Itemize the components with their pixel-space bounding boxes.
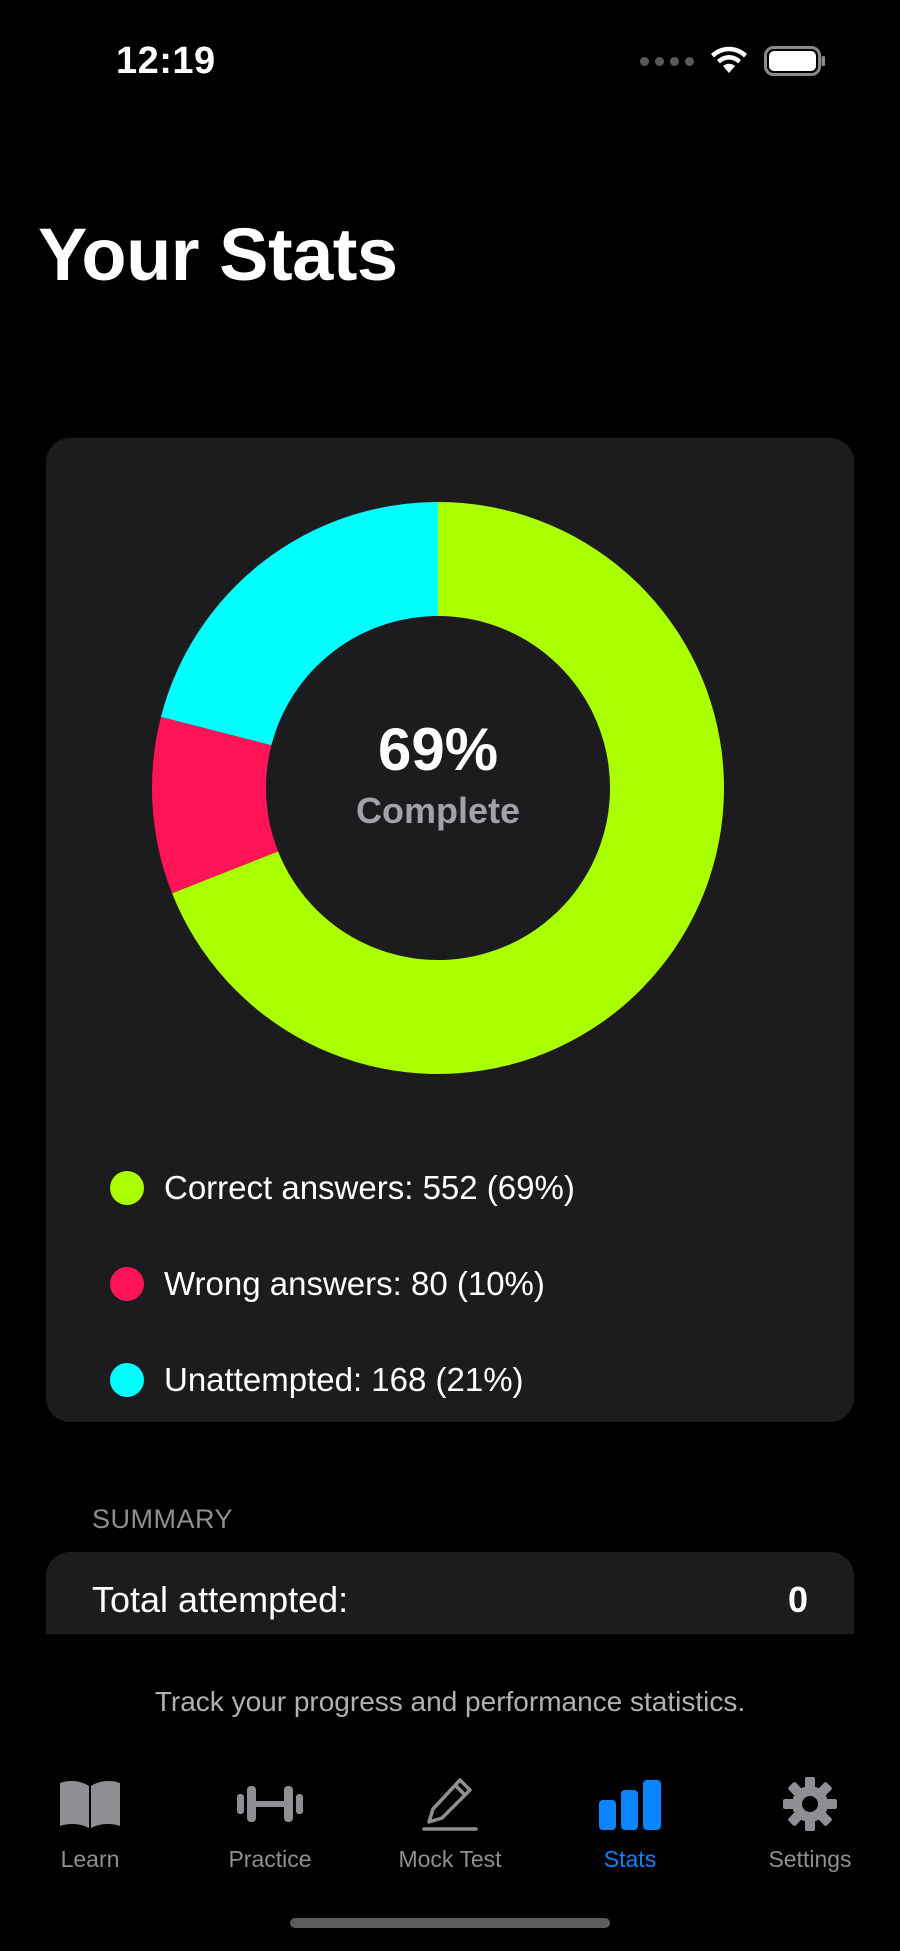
tab-label-practice: Practice — [228, 1846, 312, 1872]
tab-stats[interactable]: Stats — [540, 1760, 720, 1890]
tab-label-mock-test: Mock Test — [398, 1846, 502, 1872]
summary-row-total-attempted: Total attempted: 0 — [46, 1552, 854, 1634]
legend-dot-wrong — [110, 1267, 144, 1301]
completion-label: Complete — [355, 790, 521, 831]
gear-icon — [774, 1774, 846, 1834]
completion-percent: 69% — [377, 716, 499, 783]
legend-item-unattempted: Unattempted: 168 (21%) — [110, 1332, 575, 1428]
bar-chart-icon — [594, 1774, 666, 1834]
tab-label-learn: Learn — [60, 1846, 120, 1872]
tab-settings[interactable]: Settings — [720, 1760, 900, 1890]
pencil-icon — [414, 1774, 486, 1834]
legend-label-correct: Correct answers: 552 (69%) — [164, 1169, 575, 1206]
status-icons — [640, 46, 826, 76]
donut-chart: 69% Complete — [148, 498, 728, 1078]
book-icon — [54, 1774, 126, 1834]
tab-mock-test[interactable]: Mock Test — [360, 1760, 540, 1890]
summary-header: SUMMARY — [92, 1504, 234, 1534]
battery-icon — [764, 46, 825, 76]
summary-label: Total attempted: — [92, 1579, 349, 1620]
summary-value: 0 — [787, 1579, 808, 1620]
legend-dot-unattempted — [110, 1363, 144, 1397]
tab-bar: Learn Practice Mock Test Stats Settings — [0, 1760, 900, 1890]
legend-label-wrong: Wrong answers: 80 (10%) — [164, 1265, 545, 1302]
tab-learn[interactable]: Learn — [0, 1760, 180, 1890]
legend-item-wrong: Wrong answers: 80 (10%) — [110, 1236, 575, 1332]
wifi-icon — [711, 46, 747, 73]
cellular-signal-icon — [640, 56, 694, 66]
tab-label-stats: Stats — [603, 1846, 657, 1872]
legend-dot-correct — [110, 1171, 144, 1205]
summary-card: Total attempted: 0 — [46, 1552, 854, 1634]
status-time: 12:19 — [116, 40, 216, 82]
page-title: Your Stats — [38, 213, 398, 296]
stats-chart-card: 69% Complete Correct answers: 552 (69%) … — [46, 438, 854, 1422]
legend-label-unattempted: Unattempted: 168 (21%) — [164, 1361, 524, 1398]
tab-label-settings: Settings — [768, 1846, 852, 1872]
tab-practice[interactable]: Practice — [180, 1760, 360, 1890]
home-indicator — [290, 1918, 610, 1928]
chart-legend: Correct answers: 552 (69%) Wrong answers… — [110, 1140, 575, 1428]
donut-center: 69% Complete — [148, 498, 728, 1078]
footer-text: Track your progress and performance stat… — [154, 1686, 746, 1717]
legend-item-correct: Correct answers: 552 (69%) — [110, 1140, 575, 1236]
dumbbell-icon — [234, 1774, 306, 1834]
